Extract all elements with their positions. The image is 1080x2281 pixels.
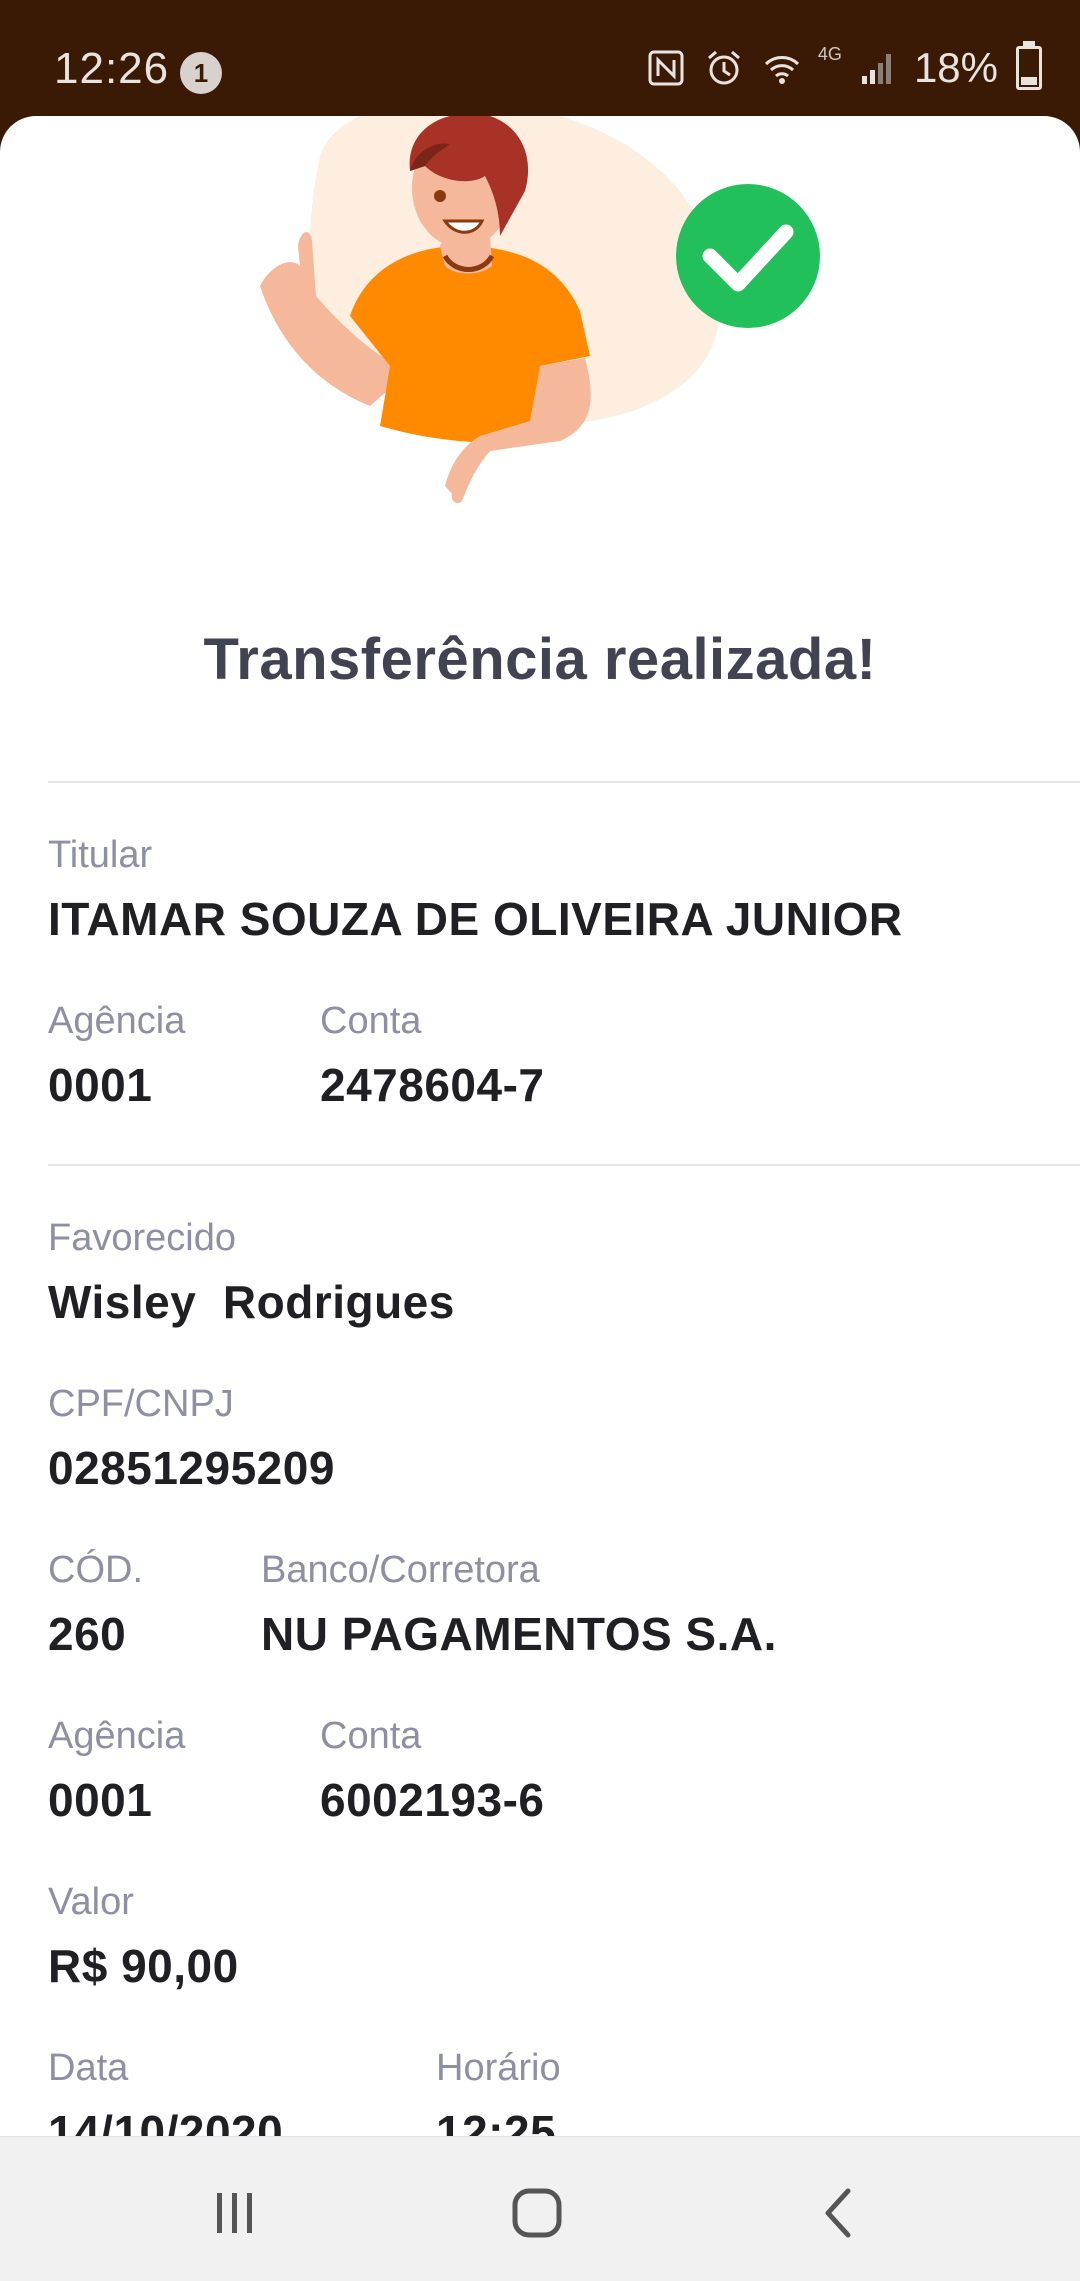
receipt-card: Transferência realizada! Titular ITAMAR …	[0, 116, 1080, 2136]
back-button[interactable]	[800, 2173, 880, 2253]
horario-label: Horário	[436, 2047, 561, 2089]
data-field: Data 14/10/2020	[48, 2049, 283, 2136]
status-time: 12:26	[54, 44, 170, 93]
holder-conta-field: Conta 2478604-7	[320, 1002, 544, 1108]
check-circle-icon	[676, 184, 820, 328]
signal-icon	[856, 46, 900, 90]
cod-field: CÓD. 260	[48, 1551, 143, 1657]
recipient-agencia-label: Agência	[48, 1715, 186, 1757]
data-label: Data	[48, 2047, 129, 2089]
horario-field: Horário 12:25	[436, 2049, 561, 2136]
home-icon	[512, 2188, 562, 2238]
horario-value: 12:25	[436, 2106, 557, 2136]
cpf-value: 02851295209	[48, 1442, 335, 1494]
banco-value: NU PAGAMENTOS S.A.	[261, 1608, 777, 1660]
recipient-conta-value: 6002193-6	[320, 1774, 545, 1826]
valor-label: Valor	[48, 1881, 134, 1923]
holder-conta-value: 2478604-7	[320, 1059, 545, 1111]
battery-percent: 18%	[913, 44, 998, 91]
valor-value: R$ 90,00	[48, 1940, 239, 1992]
recipient-agencia-value: 0001	[48, 1774, 153, 1826]
recipient-conta-field: Conta 6002193-6	[320, 1717, 544, 1823]
titular-value: ITAMAR SOUZA DE OLIVEIRA JUNIOR	[48, 893, 903, 945]
navigation-bar	[0, 2136, 1080, 2281]
notification-count-badge: 1	[180, 52, 222, 94]
holder-conta-label: Conta	[320, 1000, 422, 1042]
divider	[48, 1164, 1080, 1166]
recipient-conta-label: Conta	[320, 1715, 422, 1757]
back-icon	[825, 2188, 851, 2238]
recipient-agencia-field: Agência 0001	[48, 1717, 185, 1823]
favorecido-field: Favorecido Wisley Rodrigues	[48, 1219, 455, 1325]
recents-button[interactable]	[195, 2173, 275, 2253]
divider	[48, 781, 1080, 783]
titular-label: Titular	[48, 834, 153, 876]
cod-value: 260	[48, 1608, 127, 1660]
alarm-icon	[702, 46, 746, 90]
wifi-icon	[760, 46, 804, 90]
banco-field: Banco/Corretora NU PAGAMENTOS S.A.	[261, 1551, 777, 1657]
status-icons: 4G 18%	[644, 41, 1042, 92]
holder-agencia-value: 0001	[48, 1059, 153, 1111]
valor-field: Valor R$ 90,00	[48, 1883, 239, 1989]
recents-icon	[217, 2193, 252, 2233]
battery-icon	[1016, 41, 1042, 90]
titular-field: Titular ITAMAR SOUZA DE OLIVEIRA JUNIOR	[48, 836, 903, 942]
holder-agencia-label: Agência	[48, 1000, 186, 1042]
data-value: 14/10/2020	[48, 2106, 284, 2136]
success-illustration	[260, 116, 820, 504]
cpf-field: CPF/CNPJ 02851295209	[48, 1385, 335, 1491]
home-button[interactable]	[497, 2173, 577, 2253]
favorecido-value: Wisley Rodrigues	[48, 1276, 455, 1328]
holder-agencia-field: Agência 0001	[48, 1002, 185, 1108]
cod-label: CÓD.	[48, 1549, 143, 1591]
cpf-label: CPF/CNPJ	[48, 1383, 234, 1425]
banco-label: Banco/Corretora	[261, 1549, 540, 1591]
page-title: Transferência realizada!	[203, 627, 877, 692]
network-type: 4G	[817, 43, 842, 64]
nfc-icon	[644, 46, 688, 90]
favorecido-label: Favorecido	[48, 1217, 236, 1259]
